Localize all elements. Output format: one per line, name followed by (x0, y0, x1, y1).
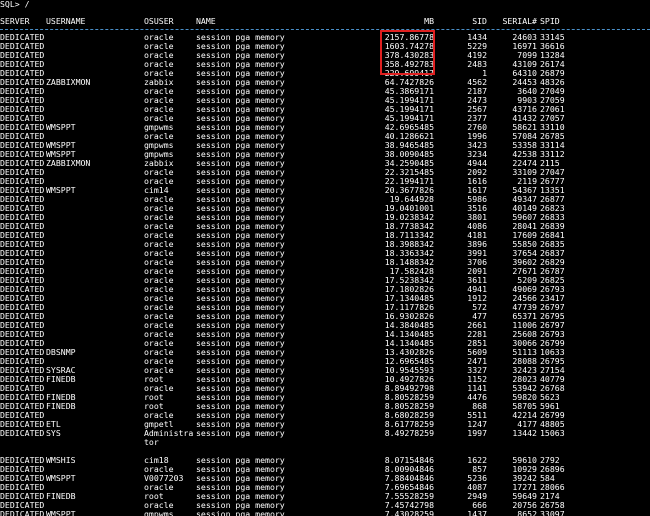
cell-username: WMSPPT (46, 122, 76, 132)
cell-server: DEDICATED (0, 509, 45, 516)
cell-username: WMSPPT (46, 185, 76, 195)
cell-serial: 8652 (517, 509, 537, 516)
header-username: USERNAME (46, 16, 86, 26)
cell-spid: 33097 (540, 509, 565, 516)
cell-osuser: tor (144, 437, 159, 447)
header-osuser: OSUSER (144, 16, 174, 26)
column-header-row: SERVER USERNAME OSUSER NAME MB SID SERIA… (0, 17, 650, 26)
cell-username: FINEDB (46, 374, 76, 384)
sql-prompt: SQL> / (0, 0, 30, 9)
cell-username: DBSNMP (46, 347, 76, 357)
cell-mb: 8.49278259 (384, 428, 434, 438)
cell-username: ZABBIXMON (46, 158, 91, 168)
header-serial: SERIAL# (502, 16, 537, 26)
cell-username: ZABBIXMON (46, 77, 91, 87)
cell-sid: 1437 (467, 509, 487, 516)
header-separator (0, 29, 650, 31)
cell-username: FINEDB (46, 401, 76, 411)
table-row: DEDICATED WMSPPT gmpwms session pga memory 7… (0, 510, 650, 516)
cell-username: WMSHIS (46, 455, 76, 465)
cell-osuser: gmpwms (144, 509, 174, 516)
cell-username: WMSPPT (46, 509, 76, 516)
cell-sid: 2483 (467, 59, 487, 69)
cell-sid: 1997 (467, 428, 487, 438)
cell-username: FINEDB (46, 491, 76, 501)
table-row: tor (0, 438, 650, 447)
table-row: DEDICATED SYS Administra session pga memory… (0, 429, 650, 438)
header-mb: MB (424, 16, 434, 26)
highlight-box (380, 30, 435, 75)
cell-serial: 13442 (512, 428, 537, 438)
cell-spid: 15063 (540, 428, 565, 438)
cell-username: WMSPPT (46, 473, 76, 483)
header-sid: SID (472, 16, 487, 26)
cell-name: session pga memory (196, 428, 285, 438)
cell-name: session pga memory (196, 509, 285, 516)
header-spid: SPID (540, 16, 560, 26)
header-server: SERVER (0, 16, 30, 26)
header-name: NAME (196, 16, 216, 26)
cell-mb: 7.43028259 (384, 509, 434, 516)
terminal-window[interactable]: SQL> / SERVER USERNAME OSUSER NAME MB SI… (0, 0, 650, 516)
cell-server: DEDICATED (0, 428, 45, 438)
cell-username: SYS (46, 428, 61, 438)
